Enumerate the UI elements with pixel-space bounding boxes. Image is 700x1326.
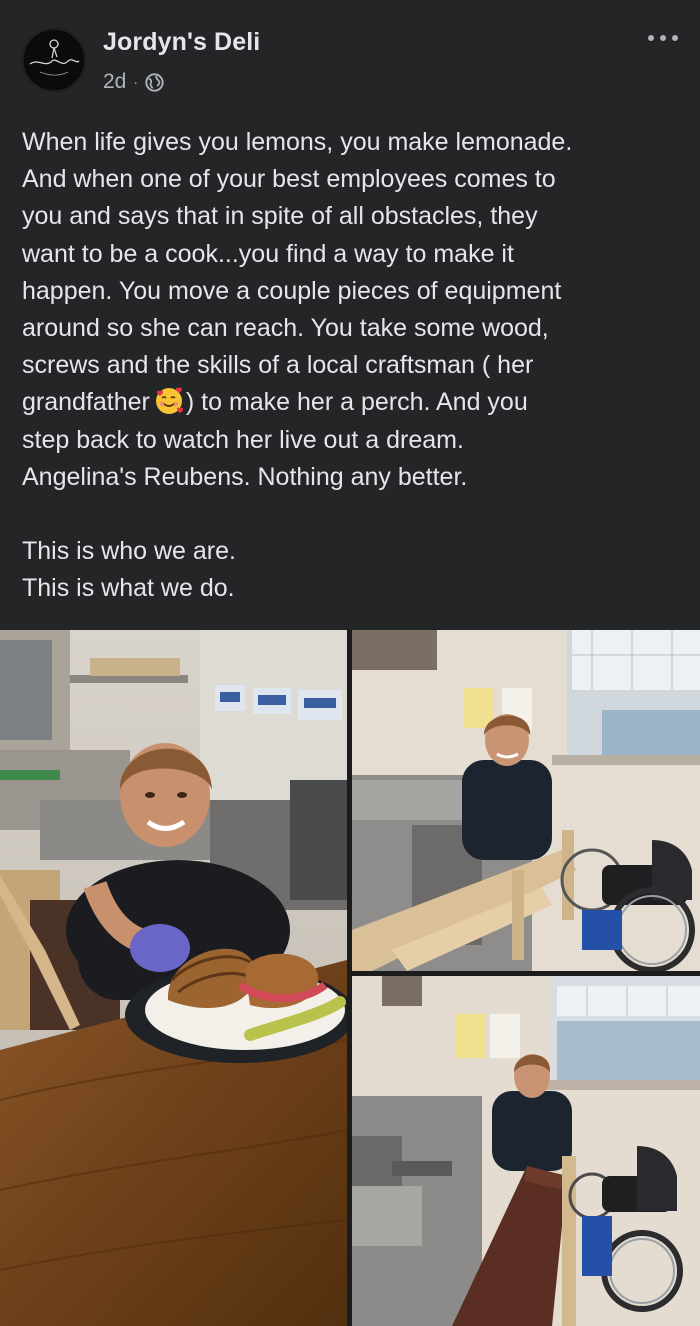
- avatar[interactable]: [22, 28, 86, 92]
- post-meta: 2d ·: [103, 70, 164, 94]
- post-text-line: grandfather ) to make her a perch. And y…: [22, 384, 682, 421]
- post-time[interactable]: 2d: [103, 70, 126, 94]
- author-name[interactable]: Jordyn's Deli: [103, 28, 260, 57]
- deli-logo: [22, 28, 86, 92]
- globe-icon: [145, 72, 164, 92]
- photo-girl-at-perch[interactable]: [352, 630, 700, 971]
- post-text-line: happen. You move a couple pieces of equi…: [22, 276, 562, 305]
- meta-separator: ·: [133, 74, 139, 90]
- post-text-line: When life gives you lemons, you make lem…: [22, 128, 573, 156]
- photo-grid: [0, 630, 700, 1326]
- post-text-line: This is what we do.: [22, 574, 235, 603]
- facebook-post: Jordyn's Deli 2d · When life gives you l…: [0, 0, 700, 1326]
- photo-girl-holding-sandwich[interactable]: [0, 630, 347, 1326]
- more-options-icon[interactable]: [648, 28, 678, 48]
- post-header: Jordyn's Deli 2d ·: [0, 0, 700, 110]
- post-text-line: around so she can reach. You take some w…: [22, 314, 549, 343]
- post-text: When life gives you lemons, you make lem…: [22, 124, 682, 607]
- post-text-line: want to be a cook...you find a way to ma…: [22, 239, 514, 268]
- post-text-line: And when one of your best employees come…: [22, 165, 556, 194]
- post-text-line: This is who we are.: [22, 537, 236, 566]
- post-text-fragment: grandfather: [22, 388, 150, 417]
- post-text-line: screws and the skills of a local craftsm…: [22, 351, 534, 380]
- post-text-fragment: ) to make her a perch. And you: [185, 388, 528, 417]
- post-text-line: step back to watch her live out a dream.: [22, 425, 464, 454]
- photo-girl-on-bench[interactable]: [352, 976, 700, 1326]
- post-text-line: you and says that in spite of all obstac…: [22, 202, 538, 231]
- post-text-line: Angelina's Reubens. Nothing any better.: [22, 462, 468, 491]
- smiling-face-with-hearts-emoji: [154, 386, 184, 416]
